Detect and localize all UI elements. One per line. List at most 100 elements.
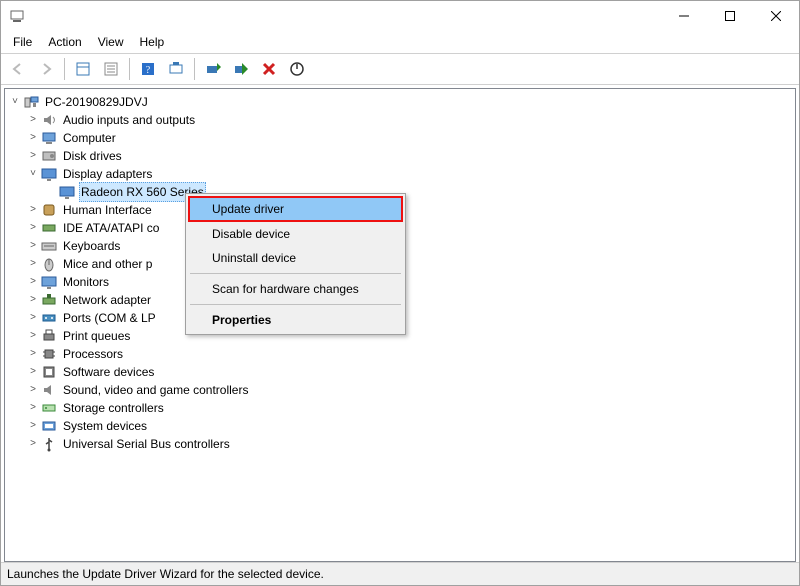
expand-icon[interactable]: ˃ <box>25 327 41 345</box>
show-hide-tree-button[interactable] <box>70 56 96 82</box>
port-icon <box>41 310 57 326</box>
display-icon <box>41 166 57 182</box>
enable-device-button[interactable] <box>228 56 254 82</box>
tree-node-root[interactable]: ˅ PC-20190829JDVJ <box>5 93 795 111</box>
tree-node-label: Keyboards <box>61 237 122 255</box>
tree-node-audio-inputs-and-outputs[interactable]: ˃ Audio inputs and outputs <box>5 111 795 129</box>
disk-icon <box>41 148 57 164</box>
context-menu: Update driver Disable device Uninstall d… <box>185 193 406 335</box>
back-button[interactable] <box>5 56 31 82</box>
ctx-separator <box>190 304 401 305</box>
toolbar-separator <box>129 58 130 80</box>
tree-node-label: Audio inputs and outputs <box>61 111 197 129</box>
keyboard-icon <box>41 238 57 254</box>
expand-icon[interactable]: ˃ <box>25 345 41 363</box>
tree-node-label: Processors <box>61 345 125 363</box>
menu-action[interactable]: Action <box>40 33 89 51</box>
tree-node-label: Software devices <box>61 363 156 381</box>
expand-icon[interactable]: ˃ <box>25 291 41 309</box>
audio-icon <box>41 112 57 128</box>
hid-icon <box>41 202 57 218</box>
expand-icon[interactable]: ˃ <box>25 309 41 327</box>
network-icon <box>41 292 57 308</box>
tree-node-storage-controllers[interactable]: ˃Storage controllers <box>5 399 795 417</box>
ctx-update-driver[interactable]: Update driver <box>188 196 403 222</box>
scan-hardware-button[interactable] <box>163 56 189 82</box>
expand-icon[interactable]: ˃ <box>25 417 41 435</box>
toolbar-separator <box>64 58 65 80</box>
maximize-button[interactable] <box>707 1 753 31</box>
tree-node-label: Sound, video and game controllers <box>61 381 250 399</box>
expand-icon[interactable]: ˃ <box>25 201 41 219</box>
disable-device-button[interactable] <box>284 56 310 82</box>
tree-node-software-devices[interactable]: ˃ Software devices <box>5 363 795 381</box>
tree-node-label: IDE ATA/ATAPI co <box>61 219 161 237</box>
minimize-button[interactable] <box>661 1 707 31</box>
tree-node-disk-drives[interactable]: ˃Disk drives <box>5 147 795 165</box>
expand-icon[interactable]: ˃ <box>25 381 41 399</box>
statusbar: Launches the Update Driver Wizard for th… <box>1 562 799 585</box>
monitor-icon <box>41 274 57 290</box>
expand-icon[interactable]: ˃ <box>25 111 41 129</box>
statusbar-text: Launches the Update Driver Wizard for th… <box>7 567 324 581</box>
tree-node-label: Ports (COM & LP <box>61 309 158 327</box>
software-icon <box>41 364 57 380</box>
tree-node-display-adapters[interactable]: ˅ Display adapters <box>5 165 795 183</box>
expand-icon[interactable]: ˃ <box>25 273 41 291</box>
mouse-icon <box>41 256 57 272</box>
svg-text:?: ? <box>146 65 151 76</box>
tree-node-label: Display adapters <box>61 165 154 183</box>
tree-node-label: Monitors <box>61 273 111 291</box>
expand-icon[interactable]: ˃ <box>25 129 41 147</box>
tree-node-label: Print queues <box>61 327 132 345</box>
expand-icon[interactable]: ˃ <box>25 435 41 453</box>
ctx-scan-hardware[interactable]: Scan for hardware changes <box>188 277 403 301</box>
expand-icon[interactable]: ˃ <box>25 219 41 237</box>
toolbar-separator <box>194 58 195 80</box>
menubar: File Action View Help <box>1 31 799 54</box>
tree-node-system-devices[interactable]: ˃ System devices <box>5 417 795 435</box>
expand-icon[interactable]: ˅ <box>7 93 23 111</box>
expand-icon[interactable]: ˃ <box>25 399 41 417</box>
sound-icon <box>41 382 57 398</box>
expand-icon[interactable]: ˃ <box>25 255 41 273</box>
expand-icon[interactable]: ˃ <box>25 237 41 255</box>
update-driver-button[interactable] <box>200 56 226 82</box>
expand-icon[interactable]: ˃ <box>25 363 41 381</box>
uninstall-device-button[interactable] <box>256 56 282 82</box>
root-icon <box>23 94 39 110</box>
toolbar: ? <box>1 54 799 85</box>
help-button[interactable]: ? <box>135 56 161 82</box>
ctx-uninstall-device[interactable]: Uninstall device <box>188 246 403 270</box>
tree-node-label: Mice and other p <box>61 255 154 273</box>
tree-node-universal-serial-bus-controllers[interactable]: ˃ Universal Serial Bus controllers <box>5 435 795 453</box>
app-icon <box>9 8 25 24</box>
tree-node-label: PC-20190829JDVJ <box>43 93 150 111</box>
close-button[interactable] <box>753 1 799 31</box>
computer-icon <box>41 130 57 146</box>
ctx-properties[interactable]: Properties <box>188 308 403 332</box>
menu-file[interactable]: File <box>5 33 40 51</box>
tree-node-label: System devices <box>61 417 149 435</box>
device-manager-window: File Action View Help ? <box>0 0 800 586</box>
ide-icon <box>41 220 57 236</box>
forward-button[interactable] <box>33 56 59 82</box>
ctx-separator <box>190 273 401 274</box>
tree-node-sound-video-and-game-controllers[interactable]: ˃ Sound, video and game controllers <box>5 381 795 399</box>
system-icon <box>41 418 57 434</box>
expand-icon[interactable]: ˅ <box>25 165 41 183</box>
tree-node-label: Network adapter <box>61 291 153 309</box>
titlebar <box>1 1 799 31</box>
properties-button[interactable] <box>98 56 124 82</box>
usb-icon <box>41 436 57 452</box>
display-icon <box>59 184 75 200</box>
cpu-icon <box>41 346 57 362</box>
expand-icon[interactable]: ˃ <box>25 147 41 165</box>
content-area: ˅PC-20190829JDVJ˃Audio inputs and output… <box>4 88 796 562</box>
tree-node-computer[interactable]: ˃Computer <box>5 129 795 147</box>
tree-node-label: Universal Serial Bus controllers <box>61 435 232 453</box>
menu-help[interactable]: Help <box>132 33 173 51</box>
menu-view[interactable]: View <box>90 33 132 51</box>
ctx-disable-device[interactable]: Disable device <box>188 222 403 246</box>
tree-node-processors[interactable]: ˃ Processors <box>5 345 795 363</box>
